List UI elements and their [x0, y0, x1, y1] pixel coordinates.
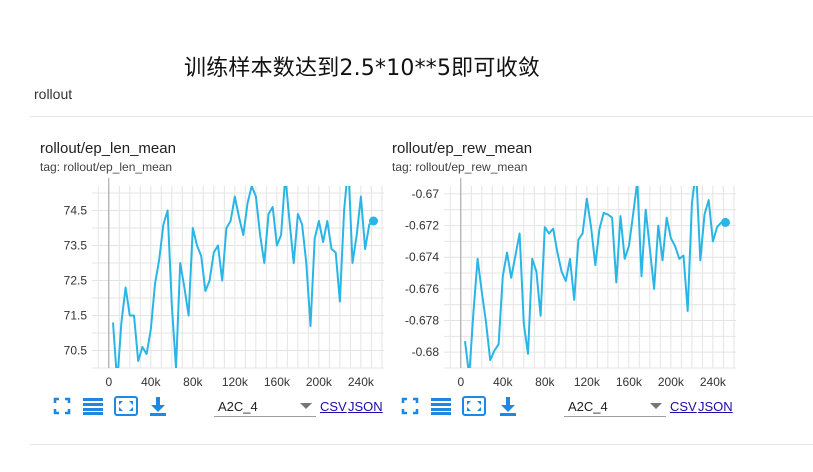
- x-tick-label: 40k: [493, 375, 513, 389]
- chevron-down-icon: [650, 403, 662, 409]
- fullscreen-icon[interactable]: [50, 394, 74, 418]
- y-tick-label: 73.5: [64, 239, 88, 253]
- card-toolbar: A2C_4 CSV JSON: [40, 394, 400, 422]
- y-tick-label: 74.5: [64, 204, 88, 218]
- x-tick-label: 0: [457, 375, 464, 389]
- series-end-point[interactable]: [720, 217, 730, 227]
- page-annotation-headline: 训练样本数达到2.5*10**5即可收敛: [184, 56, 540, 81]
- y-tick-label: 72.5: [64, 274, 88, 288]
- card-tag: tag: rollout/ep_len_mean: [40, 160, 173, 174]
- card-title: rollout/ep_rew_mean: [392, 140, 533, 157]
- y-tick-label: -0.68: [412, 345, 440, 359]
- card-title: rollout/ep_len_mean: [40, 140, 176, 157]
- y-tick-label: -0.674: [405, 250, 439, 264]
- series-end-point[interactable]: [368, 216, 378, 226]
- section-label: rollout: [34, 86, 73, 102]
- line-chart-ep-rew-mean[interactable]: -0.68 -0.678 -0.676 -0.674 -0.672 -0.67 0 40k 80…: [392, 178, 742, 393]
- x-tick-label: 120k: [574, 375, 601, 389]
- x-tick-label: 0: [105, 375, 112, 389]
- x-tick-label: 120k: [222, 375, 249, 389]
- card-tag: tag: rollout/ep_rew_mean: [392, 160, 528, 174]
- x-tick-label: 40k: [141, 375, 161, 389]
- x-tick-label: 160k: [264, 375, 291, 389]
- x-tick-label: 160k: [616, 375, 643, 389]
- data-table-icon[interactable]: [429, 394, 453, 418]
- download-icon[interactable]: [146, 394, 170, 418]
- x-tick-label: 80k: [183, 375, 203, 389]
- data-table-icon[interactable]: [81, 394, 105, 418]
- y-tick-label: -0.676: [405, 282, 439, 296]
- fullscreen-icon[interactable]: [398, 394, 422, 418]
- y-tick-label: 71.5: [64, 309, 88, 323]
- fit-domain-icon[interactable]: [113, 394, 139, 418]
- divider: [30, 444, 813, 445]
- divider: [30, 116, 813, 117]
- chevron-down-icon: [300, 403, 312, 409]
- y-tick-label: 70.5: [64, 344, 88, 358]
- x-tick-label: 240k: [700, 375, 727, 389]
- x-tick-label: 80k: [535, 375, 555, 389]
- download-icon[interactable]: [496, 394, 520, 418]
- y-tick-label: -0.672: [405, 219, 439, 233]
- fit-domain-icon[interactable]: [461, 394, 487, 418]
- csv-download-link[interactable]: CSV: [320, 399, 347, 414]
- card-ep-rew-mean: rollout/ep_rew_mean tag: rollout/ep_rew_…: [392, 138, 752, 428]
- x-tick-label: 200k: [306, 375, 333, 389]
- run-select-value: A2C_4: [218, 399, 258, 414]
- x-tick-label: 200k: [658, 375, 685, 389]
- line-chart-ep-len-mean[interactable]: 70.5 71.5 72.5 73.5 74.5 0 40k 80k 120k 160k 200k 2…: [40, 178, 390, 393]
- run-select[interactable]: A2C_4: [564, 398, 666, 417]
- series-group: [464, 178, 726, 376]
- run-select-value: A2C_4: [568, 399, 608, 414]
- y-tick-label: -0.67: [412, 187, 440, 201]
- csv-download-link[interactable]: CSV: [670, 399, 697, 414]
- y-tick-label: -0.678: [405, 314, 439, 328]
- series-line[interactable]: [464, 178, 726, 376]
- x-tick-label: 240k: [348, 375, 375, 389]
- run-select[interactable]: A2C_4: [214, 398, 316, 417]
- json-download-link[interactable]: JSON: [348, 399, 383, 414]
- json-download-link[interactable]: JSON: [698, 399, 733, 414]
- card-toolbar: A2C_4 CSV JSON: [392, 394, 752, 422]
- card-ep-len-mean: rollout/ep_len_mean tag: rollout/ep_len_…: [40, 138, 400, 428]
